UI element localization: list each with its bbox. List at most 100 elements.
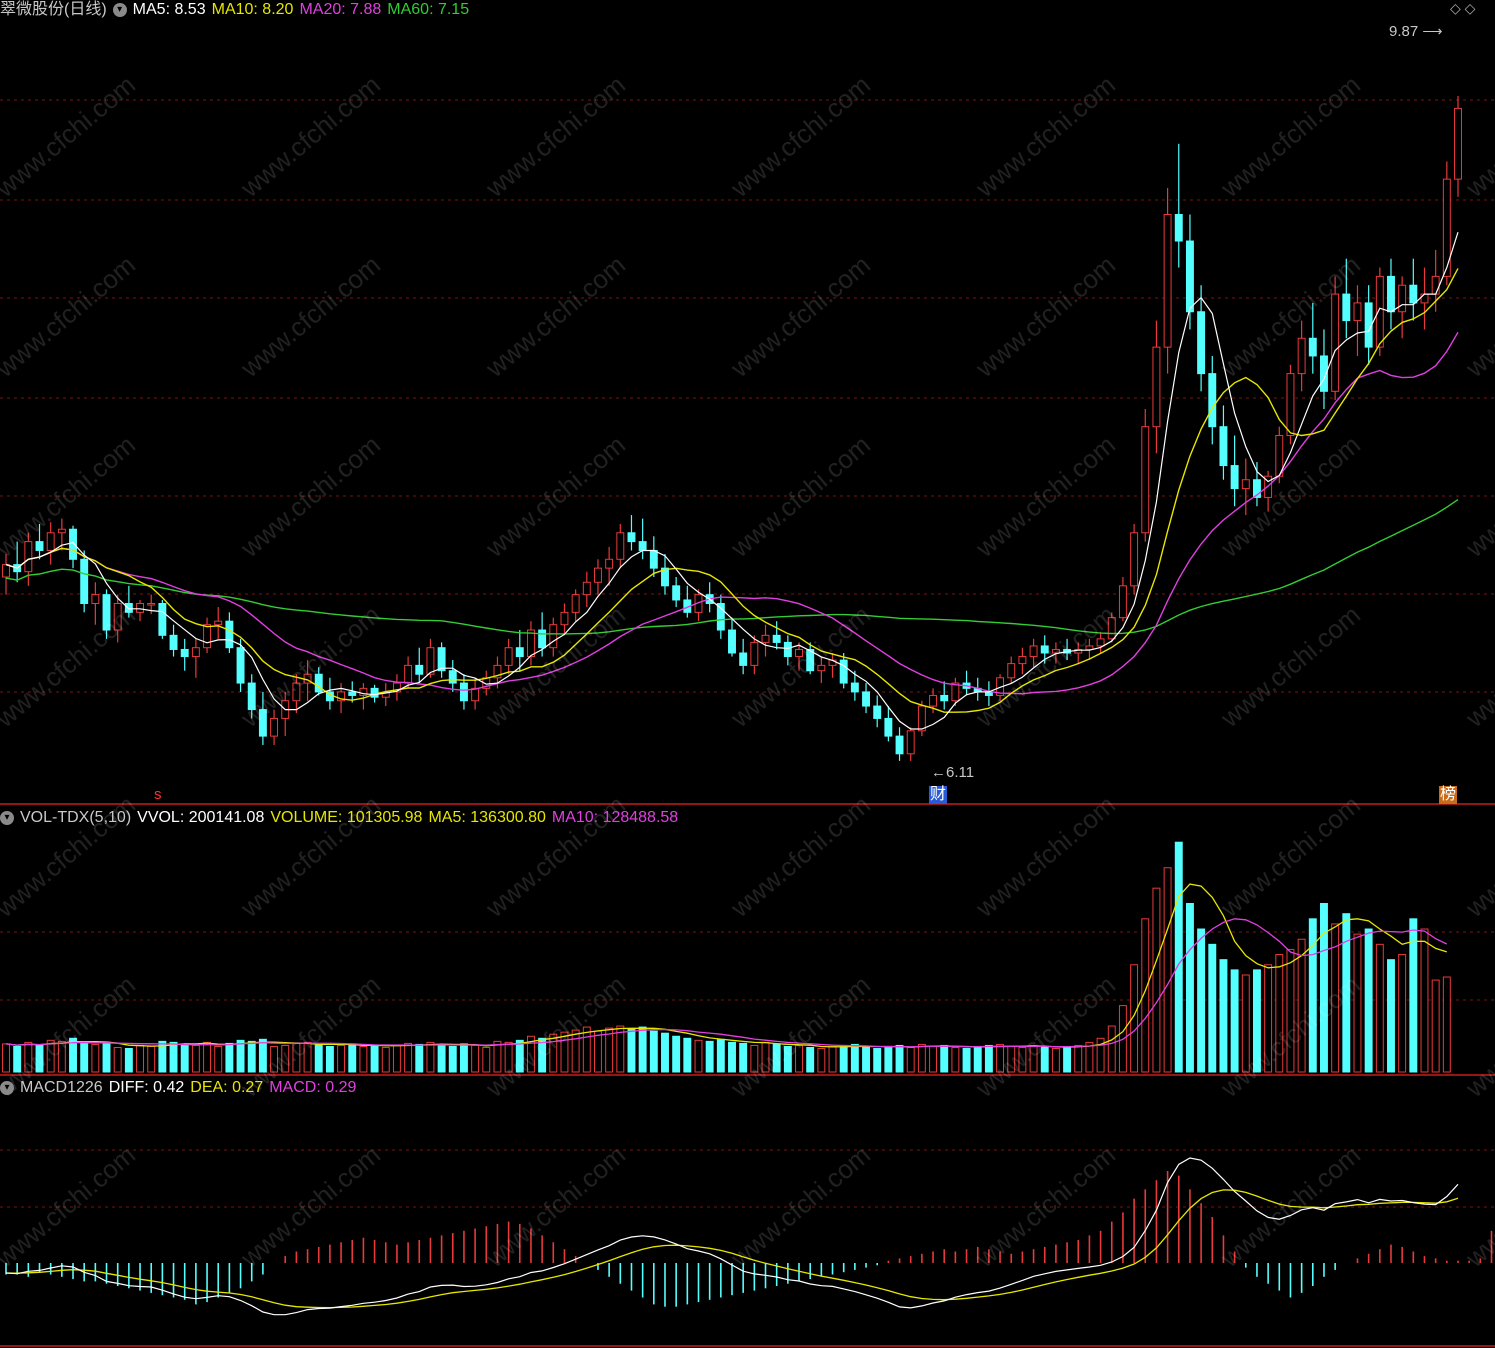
candle-body (80, 558, 89, 605)
candle-body (1174, 214, 1183, 242)
volume-bar (1219, 959, 1228, 1073)
candle-body (850, 682, 859, 693)
volume-bar (1442, 976, 1451, 1073)
volume-bar (973, 1045, 982, 1073)
volume-bar (1241, 974, 1250, 1073)
volume-bar (772, 1043, 781, 1073)
candle-body (504, 647, 513, 666)
candle-body (1420, 293, 1429, 304)
candle-body (1163, 214, 1172, 348)
volume-bar (1342, 913, 1351, 1073)
candle-body (1085, 645, 1094, 650)
candle-body (1342, 293, 1351, 322)
candle-body (1130, 532, 1139, 587)
volume-bar (806, 1046, 815, 1073)
volume-bar (1375, 943, 1384, 1073)
candle-body (113, 603, 122, 631)
candle-body (147, 603, 156, 606)
volume-bar (270, 1045, 279, 1073)
volume-bar (180, 1043, 189, 1073)
volume-bar (1286, 948, 1295, 1073)
signal-s-marker[interactable]: s (153, 786, 163, 804)
macd-indicator-name[interactable]: MACD1226 (20, 1079, 103, 1096)
candle-body (761, 634, 770, 643)
volume-bar (1264, 964, 1273, 1073)
volume-bar (728, 1041, 736, 1073)
candle-body (951, 682, 960, 702)
candle-body (437, 647, 446, 672)
candle-body (1208, 373, 1217, 428)
volume-bar (91, 1043, 100, 1073)
candle-body (616, 532, 625, 560)
volume-bar (437, 1044, 446, 1073)
volume-bar (515, 1039, 524, 1073)
candle-body (57, 528, 66, 534)
diff-value: DIFF: 0.42 (108, 1079, 185, 1096)
dropdown-icon[interactable]: ▾ (112, 2, 127, 17)
candle-body (594, 567, 602, 583)
finance-report-marker[interactable]: 财 (929, 786, 948, 804)
volume-bar (1252, 969, 1261, 1073)
volume-bar (850, 1043, 859, 1073)
volume-bar (1051, 1048, 1060, 1073)
volume-bar (817, 1048, 826, 1073)
volume-bar (906, 1046, 915, 1073)
candle-body (1219, 426, 1228, 467)
volume-bar (917, 1043, 926, 1073)
volume-bar (136, 1044, 144, 1073)
candle-body (370, 687, 379, 698)
candle-body (258, 709, 267, 737)
volume-bar (404, 1042, 413, 1073)
volume-bar (415, 1043, 424, 1073)
volume-bar (638, 1026, 647, 1073)
stock-chart[interactable] (0, 0, 1495, 1348)
candle-body (448, 670, 457, 684)
volume-bar (214, 1045, 223, 1073)
candle-body (605, 558, 614, 569)
volume-bar (35, 1044, 44, 1073)
volume-bar (448, 1045, 457, 1073)
candle-body (1051, 648, 1060, 654)
volume-bar (459, 1043, 468, 1073)
candle-body (538, 629, 547, 649)
candle-body (1040, 645, 1049, 654)
volume-bar (895, 1044, 904, 1073)
candle-body (582, 581, 591, 596)
ranking-marker[interactable]: 榜 (1439, 786, 1458, 804)
stock-title[interactable]: 翠微股份(日线) (0, 1, 107, 18)
volume-bar (839, 1044, 848, 1073)
vvol-value: VVOL: 200141.08 (137, 809, 265, 826)
macd-panel-header: ▾ MACD1226 DIFF: 0.42 DEA: 0.27 MACD: 0.29 (0, 1078, 362, 1098)
vol-ma10-value: MA10: 128488.58 (551, 809, 679, 826)
candle-body (236, 647, 245, 684)
vol-dropdown-icon[interactable]: ▾ (0, 810, 14, 825)
corner-icons[interactable]: ◇ ◇ (1450, 0, 1475, 17)
volume-bar (1040, 1045, 1049, 1073)
volume-bar (191, 1044, 200, 1073)
candle-body (471, 687, 480, 702)
vol-indicator-name[interactable]: VOL-TDX(5,10) (20, 809, 131, 826)
volume-bar (337, 1044, 346, 1073)
volume-bar (236, 1039, 245, 1073)
candle-body (1442, 178, 1451, 277)
candle-body (772, 634, 781, 643)
volume-bar (381, 1046, 390, 1073)
volume-bar (1029, 1044, 1038, 1073)
candle-body (180, 648, 189, 658)
candle-body (1107, 617, 1116, 640)
ma20-value: MA20: 7.88 (299, 1, 382, 18)
volume-bar (13, 1045, 22, 1073)
volume-bar (370, 1044, 379, 1073)
candle-body (1297, 337, 1306, 375)
volume-bar (113, 1046, 122, 1073)
volume-bar (672, 1035, 681, 1073)
ma5-value: MA5: 8.53 (132, 1, 206, 18)
ma60-value: MA60: 7.15 (387, 1, 470, 18)
volume-bar (1420, 928, 1429, 1073)
candle-body (1185, 240, 1194, 313)
volume-bar (147, 1045, 156, 1073)
macd-dropdown-icon[interactable]: ▾ (0, 1080, 14, 1095)
candle-body (348, 691, 357, 696)
candle-body (214, 620, 223, 626)
candle-body (2, 564, 10, 578)
